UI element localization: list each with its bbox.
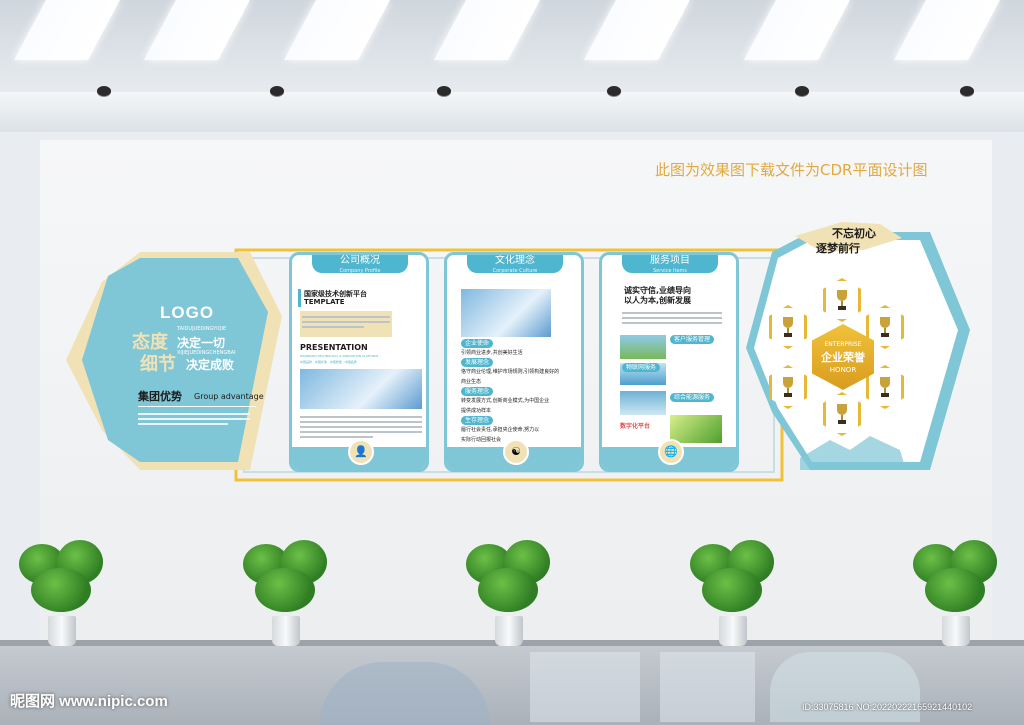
trophy-icon [837, 404, 847, 424]
advantage-cn: 集团优势 [138, 390, 182, 403]
panel-footer: 👤 [292, 439, 426, 469]
trophy-icon [880, 317, 890, 337]
trophy-icon [783, 317, 793, 337]
mission-pill: 企业使命 [461, 339, 494, 348]
text-block [300, 413, 422, 441]
survival-text: 履行社会责任,承担央企使命,努力以 [461, 427, 540, 433]
mission-text: 引领商业进步,共创美好生活 [461, 350, 523, 356]
floor-reflection [660, 652, 755, 722]
culture-item: 企业使命 引领商业进步,共创美好生活 发展理念 恪守商业伦理,维护市场规则,引领… [461, 339, 559, 445]
service-item-4: 数字化平台 [620, 423, 651, 430]
logo-text: LOGO [160, 303, 215, 322]
panel-tab-subtitle: Company Profile [339, 268, 381, 274]
panel-culture: 文化理念 Corporate Culture 企业使命 引领商业进步,共创美好生… [444, 252, 584, 472]
service-item-2-label: 物联网服务 [622, 363, 661, 372]
service-item-3: 综合能源服务 [670, 393, 715, 402]
presentation-text: PRESENTATION [300, 343, 368, 352]
user-icon: 👤 [348, 439, 374, 465]
trophy-icon [837, 290, 847, 310]
heading-marker [298, 289, 301, 307]
panel-tab-title: 文化理念 [495, 255, 535, 266]
text-block [622, 309, 722, 327]
team-icon: ☯ [503, 439, 529, 465]
text-block [138, 410, 250, 428]
decide-success-text: 决定成败 [186, 358, 235, 372]
potted-plant [682, 538, 782, 646]
service-pill: 服务理念 [461, 387, 494, 396]
template-text: TEMPLATE [304, 298, 345, 306]
service-item-3-label: 综合能源服务 [670, 393, 715, 402]
honor-cn: 企业荣誉 [821, 351, 865, 364]
service-item-2: 物联网服务 [622, 363, 661, 372]
watermark-site: 昵图网 www.nipic.com [10, 693, 168, 710]
panel-tab-subtitle: Corporate Culture [492, 268, 538, 274]
honor-en-2: HONOR [829, 366, 857, 374]
decide-all-text: 决定一切 [177, 336, 226, 350]
panel-tab: 公司概况 Company Profile [312, 255, 408, 274]
city-image [300, 369, 422, 409]
building-image [461, 289, 551, 337]
text-block [302, 313, 390, 331]
survival-text-2: 实际行动回报社会 [461, 437, 502, 443]
trophy-icon [880, 377, 890, 397]
panel-services: 服务项目 Service Items 诚实守信,业绩导向 以人为本,创新发展 客… [599, 252, 739, 472]
slogan-2: 以人为本,创新发展 [624, 296, 692, 305]
leaf-image [670, 415, 722, 443]
service-item-1: 客户服务管理 [670, 335, 715, 344]
panel-tab-title: 服务项目 [650, 255, 690, 266]
floor-reflection [530, 652, 640, 722]
service-item-1-label: 客户服务管理 [670, 335, 715, 344]
potted-plant [11, 538, 111, 646]
honor-en-1: ENTERPRISE [824, 341, 862, 348]
motto-1: 不忘初心 [832, 227, 876, 240]
survival-pill: 生存理念 [461, 416, 494, 425]
panel-company-profile: 公司概况 Company Profile 国家级技术创新平台 TEMPLATE … [289, 252, 429, 472]
panel-footer: 🌐 [602, 439, 736, 469]
motto-2: 逐梦前行 [816, 242, 860, 255]
development-text-2: 商业生态 [461, 379, 482, 385]
service-text: 转变发展方式,创新商业模式,为中国企业 [461, 398, 550, 404]
development-text: 恪守商业伦理,维护市场规则,引领构建良好的 [461, 369, 560, 375]
divider [138, 406, 256, 407]
potted-plant [458, 538, 558, 646]
advantage-en: Group advantage [194, 392, 264, 401]
tag-line: 中国品牌 · 中国标准 · 中国质量 · 中国品质 [300, 360, 357, 364]
service-text-2: 提供成功样本 [461, 408, 492, 414]
detail-text: 细节 [140, 354, 176, 375]
panel-tab-subtitle: Service Items [652, 268, 688, 274]
potted-plant [905, 538, 1005, 646]
panel-tab-title: 公司概况 [340, 255, 380, 266]
potted-plant [235, 538, 335, 646]
presentation-subtitle: IPO/BRAND TECHNOLOGY & INNOVATION PLATFO… [300, 354, 379, 358]
panel-tab: 服务项目 Service Items [622, 255, 718, 274]
development-pill: 发展理念 [461, 358, 494, 367]
panel-footer: ☯ [447, 439, 581, 469]
coast-image [620, 335, 666, 359]
sea-image [620, 391, 666, 415]
pinyin-line-1: TAIDUJUEDINGYIQIE [177, 326, 227, 332]
panel-tab: 文化理念 Corporate Culture [467, 255, 563, 274]
watermark-id: ID:33075816 NO:20220222165921440102 [802, 702, 973, 712]
globe-icon: 🌐 [658, 439, 684, 465]
trophy-icon [783, 377, 793, 397]
